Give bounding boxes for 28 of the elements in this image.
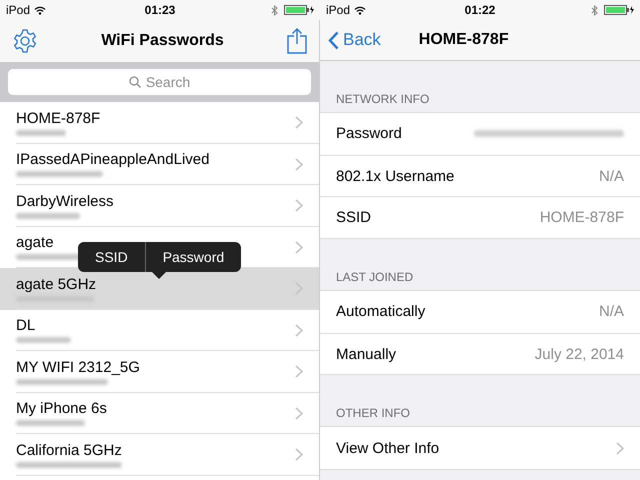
network-name: MY WIFI 2312_5G — [16, 358, 141, 376]
network-name: DL — [16, 317, 36, 334]
row-label: Password — [336, 125, 403, 142]
section-header: NETWORK INFO — [335, 91, 430, 108]
row-value: HOME-878F — [540, 209, 624, 226]
network-name: agate — [16, 234, 55, 252]
row-label: 802.1x Username — [336, 168, 456, 185]
row-value: July 22, 2014 — [534, 346, 624, 363]
row-label: SSID — [336, 209, 372, 226]
network-name: agate 5GHz — [16, 276, 98, 293]
section-header: OTHER INFO — [335, 405, 411, 422]
section-header: LAST JOINED — [335, 269, 414, 286]
row-label: Manually — [336, 346, 398, 363]
network-name: IPassedAPineappleAndLived — [16, 151, 210, 168]
row-label: Automatically — [336, 303, 426, 320]
row-label: View Other Info — [336, 440, 440, 457]
carrier-label: iPod — [6, 3, 30, 17]
nav-title: HOME-878F — [418, 31, 509, 49]
network-name: My iPhone 6s — [16, 400, 108, 418]
carrier-label: iPod — [326, 3, 350, 17]
network-name: DarbyWireless — [16, 192, 115, 210]
row-value: N/A — [598, 168, 624, 185]
network-name: HOME-878F — [16, 110, 102, 127]
status-time: 01:22 — [464, 3, 496, 17]
network-name: California 5GHz — [16, 442, 123, 459]
row-value: N/A — [598, 303, 624, 320]
status-time: 01:23 — [144, 3, 176, 17]
nav-title: WiFi Passwords — [101, 32, 224, 50]
